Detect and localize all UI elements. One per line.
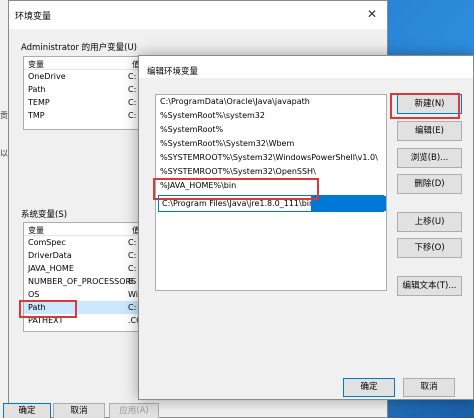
env-apply-button[interactable]: 应用(A) [109, 403, 159, 418]
list-item[interactable]: %SYSTEMROOT%\System32\WindowsPowerShell\… [156, 151, 386, 165]
variable-name: PATHEXT [28, 316, 64, 325]
env-dialog-title: 环境变量 [15, 12, 52, 22]
user-variables-table[interactable]: 变量 值 OneDrive C: Path C: TEMP C: TMP C: [23, 56, 153, 130]
edit-dialog-title: 编辑环境变量 [147, 67, 199, 77]
edit-cancel-button[interactable]: 取消 [403, 378, 455, 397]
table-row[interactable]: PATHEXT .CC [24, 314, 152, 327]
variable-value: C: [128, 72, 137, 81]
system-variables-label: 系统变量(S) [21, 210, 68, 220]
variable-name: Path [28, 85, 46, 94]
variable-name: Path [28, 303, 46, 312]
selection-highlight [311, 196, 386, 211]
table-row[interactable]: JAVA_HOME C: [24, 262, 152, 275]
move-down-button[interactable]: 下移(O) [397, 238, 462, 258]
variable-name: TEMP [28, 98, 50, 107]
edit-text-button[interactable]: 编辑文本(T)... [397, 276, 462, 296]
path-edit-value: C:\Program Files\Java\jre1.8.0_111\bin [162, 199, 315, 208]
table-row[interactable]: DriverData C: [24, 249, 152, 262]
table-row[interactable]: Path C: [24, 83, 152, 96]
variable-value: C: [128, 264, 137, 273]
variable-name: TMP [28, 111, 45, 120]
variable-value: C: [128, 238, 137, 247]
list-item[interactable]: %SystemRoot%\system32 [156, 109, 386, 123]
close-icon[interactable]: ✕ [361, 5, 383, 23]
move-up-button[interactable]: 上移(U) [397, 212, 462, 232]
variable-name: DriverData [28, 251, 72, 260]
truncated-text: 以 [0, 149, 8, 158]
variable-value: C: [128, 111, 137, 120]
table-header: 变量 值 [24, 57, 152, 70]
list-item-editing: C:\Program Files\Java\jre1.8.0_111\bin [156, 193, 386, 215]
list-item[interactable]: %SystemRoot%\System32\Wbem [156, 137, 386, 151]
truncated-text: 贡 [0, 111, 8, 120]
table-header: 变量 值 [24, 223, 152, 236]
env-titlebar: 环境变量 ✕ [9, 1, 387, 29]
new-button[interactable]: 新建(N) [397, 94, 462, 114]
table-row-selected[interactable]: Path C: [24, 301, 152, 314]
edit-ok-button[interactable]: 确定 [343, 378, 395, 397]
variable-value: 8 [128, 277, 134, 286]
list-item[interactable]: %SystemRoot% [156, 123, 386, 137]
browse-button[interactable]: 浏览(B)... [397, 148, 462, 168]
user-variables-label: Administrator 的用户变量(U) [21, 43, 137, 53]
path-edit-field[interactable]: C:\Program Files\Java\jre1.8.0_111\bin [158, 195, 386, 212]
variable-name: JAVA_HOME [28, 264, 74, 273]
column-header-name[interactable]: 变量 [28, 225, 44, 236]
list-item[interactable]: C:\ProgramData\Oracle\Java\javapath [156, 95, 386, 109]
table-row[interactable]: OneDrive C: [24, 70, 152, 83]
env-cancel-button[interactable]: 取消 [53, 403, 105, 418]
variable-name: OS [28, 290, 40, 299]
env-ok-button[interactable]: 确定 [3, 403, 51, 418]
delete-button[interactable]: 删除(D) [397, 174, 462, 194]
variable-value: C: [128, 251, 137, 260]
edit-button[interactable]: 编辑(E) [397, 121, 462, 141]
list-item[interactable]: %SYSTEMROOT%\System32\OpenSSH\ [156, 165, 386, 179]
variable-value: C: [128, 98, 137, 107]
list-item[interactable]: %JAVA_HOME%\bin [156, 179, 386, 193]
table-row[interactable]: ComSpec C: [24, 236, 152, 249]
path-entries-list[interactable]: C:\ProgramData\Oracle\Java\javapath %Sys… [155, 94, 387, 291]
variable-name: OneDrive [28, 72, 66, 81]
column-header-name[interactable]: 变量 [28, 59, 44, 70]
table-row[interactable]: NUMBER_OF_PROCESSORS 8 [24, 275, 152, 288]
table-row[interactable]: TEMP C: [24, 96, 152, 109]
variable-name: NUMBER_OF_PROCESSORS [28, 277, 137, 286]
variable-name: ComSpec [28, 238, 66, 247]
variable-value: C: [128, 85, 137, 94]
table-row[interactable]: TMP C: [24, 109, 152, 122]
edit-titlebar: 编辑环境变量 [139, 56, 473, 78]
table-row[interactable]: OS Wir [24, 288, 152, 301]
system-variables-table[interactable]: 变量 值 ComSpec C: DriverData C: JAVA_HOME C: … [23, 222, 153, 332]
edit-environment-variable-dialog: 编辑环境变量 C:\ProgramData\Oracle\Java\javapa… [138, 55, 474, 400]
variable-value: C: [128, 303, 137, 312]
